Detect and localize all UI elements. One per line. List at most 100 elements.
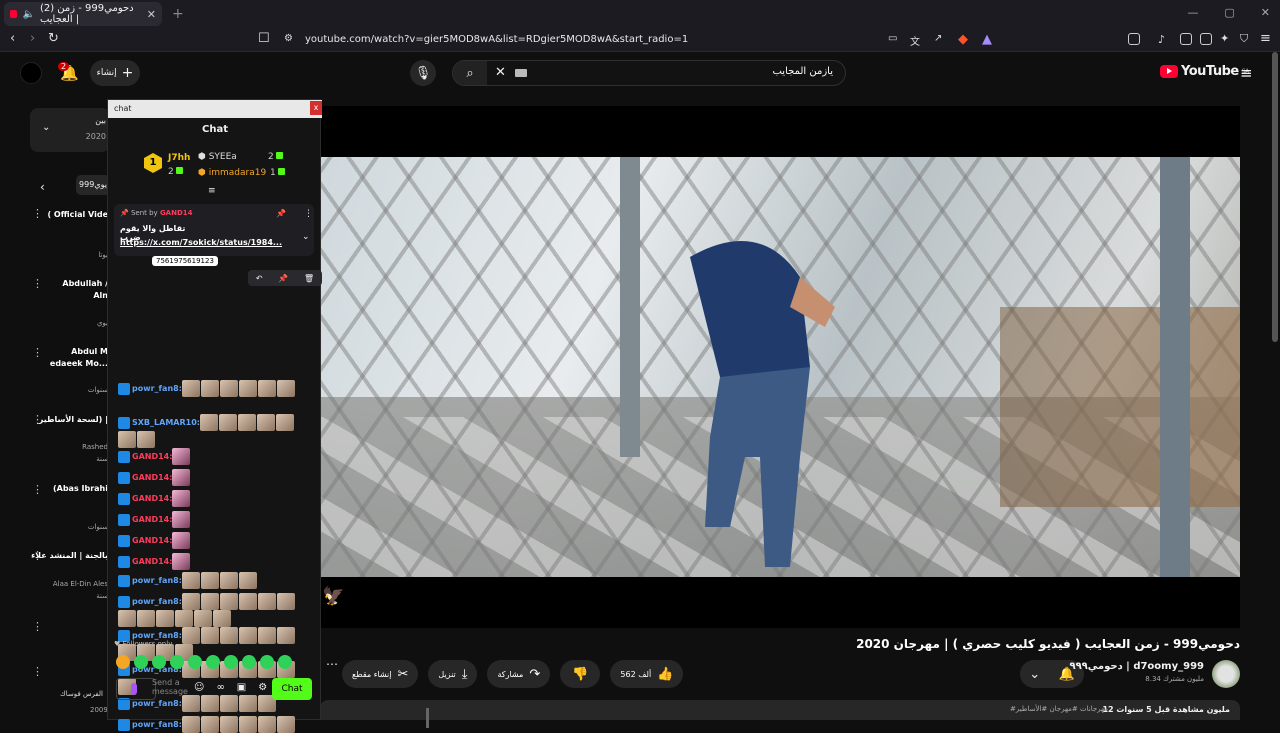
screen-icon[interactable]: ▭ [888,33,897,44]
emote-icon[interactable] [219,627,238,644]
emote-icon[interactable] [242,655,256,669]
emote-icon[interactable] [276,627,295,644]
emote-icon[interactable] [238,627,257,644]
link-icon[interactable]: ∞ [216,682,224,693]
emote-icon[interactable] [181,572,200,589]
emote-icon[interactable] [200,572,219,589]
emote-icon[interactable] [237,414,256,431]
more-actions-icon[interactable]: ⋯ [326,657,338,671]
maximize-icon[interactable]: ▢ [1224,6,1234,19]
emote-icon[interactable] [181,593,200,610]
emote-icon[interactable] [219,380,238,397]
close-window-icon[interactable]: ✕ [1261,6,1270,19]
leaderboard-user[interactable]: ⬢ immadara19 [198,168,266,178]
emote-icon[interactable] [200,593,219,610]
forward-icon[interactable]: › [30,31,35,46]
keyboard-icon[interactable] [515,69,527,77]
emote-icon[interactable] [116,655,130,669]
emote-icon[interactable] [257,716,276,733]
emote-icon[interactable] [181,716,200,733]
close-chat-button[interactable]: x [310,101,322,115]
chat-username[interactable]: powr_fan8: [132,576,182,585]
emote-icon[interactable] [134,655,148,669]
emoji-icon[interactable]: ☺ [194,682,204,693]
minimize-icon[interactable]: — [1187,6,1198,19]
chat-username[interactable]: powr_fan8: [132,384,182,393]
more-icon[interactable]: ⋮ [32,484,43,495]
chevron-down-icon[interactable]: ⌄ [302,232,310,242]
avatar[interactable] [20,62,42,84]
mic-icon[interactable] [116,678,156,700]
leaderboard-user[interactable]: J7hh [168,153,190,163]
emote-icon[interactable] [276,716,295,733]
emote-icon[interactable] [172,490,191,507]
expand-leaderboard-icon[interactable]: ≡ [208,186,216,196]
settings-icon[interactable]: ⚙ [258,682,267,693]
emote-icon[interactable] [238,380,257,397]
emote-icon[interactable] [238,572,257,589]
emote-icon[interactable] [238,716,257,733]
emote-icon[interactable] [194,610,212,627]
emote-icon[interactable] [218,414,237,431]
emote-icon[interactable] [172,511,191,528]
hashtags[interactable]: #مهرجانات #مهرجان #الأساطير [1010,705,1108,713]
emote-icon[interactable] [170,655,184,669]
channel-watermark-icon[interactable]: 🦅 [322,586,350,610]
chat-window-titlebar[interactable]: chat x [108,100,322,118]
emote-icon[interactable] [257,627,276,644]
emote-icon[interactable] [137,431,155,448]
search-button[interactable]: ⌕ [453,61,487,85]
chat-message[interactable]: powr_fan8: [118,716,312,733]
close-tab-icon[interactable]: ✕ [147,8,156,21]
emote-icon[interactable] [199,414,218,431]
vpn-icon[interactable]: ⛉ [1240,32,1248,46]
more-icon[interactable]: ⋮ [32,665,43,678]
voice-search-button[interactable]: 🎙 [410,60,436,86]
emote-icon[interactable] [137,610,155,627]
clear-search-icon[interactable]: ✕ [495,65,506,80]
emote-icon[interactable] [276,380,295,397]
emote-icon[interactable] [257,593,276,610]
chat-username[interactable]: GAND14: [132,515,172,524]
more-icon[interactable]: ⋮ [32,208,43,219]
emote-icon[interactable] [172,553,191,570]
pin-icon[interactable]: 📌 [276,209,286,218]
list-item[interactable]: ⋮ Abdullah / Aln يوي [0,276,108,336]
clip-button[interactable]: إنشاء مقطع ✂ [342,660,419,688]
list-item[interactable]: ⋮ Abdul M edaeek Mo... سنوات [0,345,108,405]
channel-name[interactable]: دحومي٩٩٩ | d7oomy_999 [1069,661,1204,672]
emote-icon[interactable] [118,610,136,627]
chat-message[interactable]: powr_fan8: [118,572,312,589]
send-chat-button[interactable]: Chat [272,678,312,700]
share-page-icon[interactable]: ↗ [934,33,942,44]
emote-icon[interactable] [200,380,219,397]
emote-icon[interactable] [181,627,200,644]
chat-input[interactable]: Send a message [152,678,192,696]
chat-message[interactable]: GAND14: [118,511,312,528]
emote-icon[interactable] [200,627,219,644]
browser-tab[interactable]: 🔈 (2) دحومي999 - زمن العجايب | ✕ [4,2,162,26]
emote-icon[interactable] [172,448,191,465]
emote-icon[interactable] [224,655,238,669]
chevron-left-icon[interactable]: ‹ [40,180,45,194]
list-item[interactable]: ⋮ بالجنة | المنشد علاء Alaa El-Din Ales … [0,548,108,608]
more-icon[interactable]: ⋮ [304,209,313,219]
list-item[interactable]: ⋮ لسحة الأساطير) | Rashed سنة [0,412,108,472]
more-icon[interactable]: ⋮ [32,620,43,633]
emote-icon[interactable] [175,610,193,627]
chat-message[interactable]: GAND14: [118,532,312,549]
list-item[interactable]: ⋮ (Abas Ibrahi سنوات [0,482,108,532]
chat-username[interactable]: powr_fan8: [132,597,182,606]
emote-icon[interactable] [181,380,200,397]
share-button[interactable]: مشاركة ↷ [487,660,551,688]
emote-icon[interactable] [238,593,257,610]
emote-icon[interactable] [260,655,274,669]
speaker-icon[interactable]: 🔈 [22,9,34,20]
emote-icon[interactable] [213,610,231,627]
emote-icon[interactable] [188,655,202,669]
gift-box-icon[interactable]: ▣ [237,682,246,693]
new-tab-icon[interactable]: + [172,6,184,22]
emote-icon[interactable] [118,431,136,448]
description-box[interactable]: 12 مليون مشاهدة قبل 5 سنوات #مهرجانات #م… [320,700,1240,720]
leaderboard-user[interactable]: ⬢ SYEEa [198,152,237,162]
